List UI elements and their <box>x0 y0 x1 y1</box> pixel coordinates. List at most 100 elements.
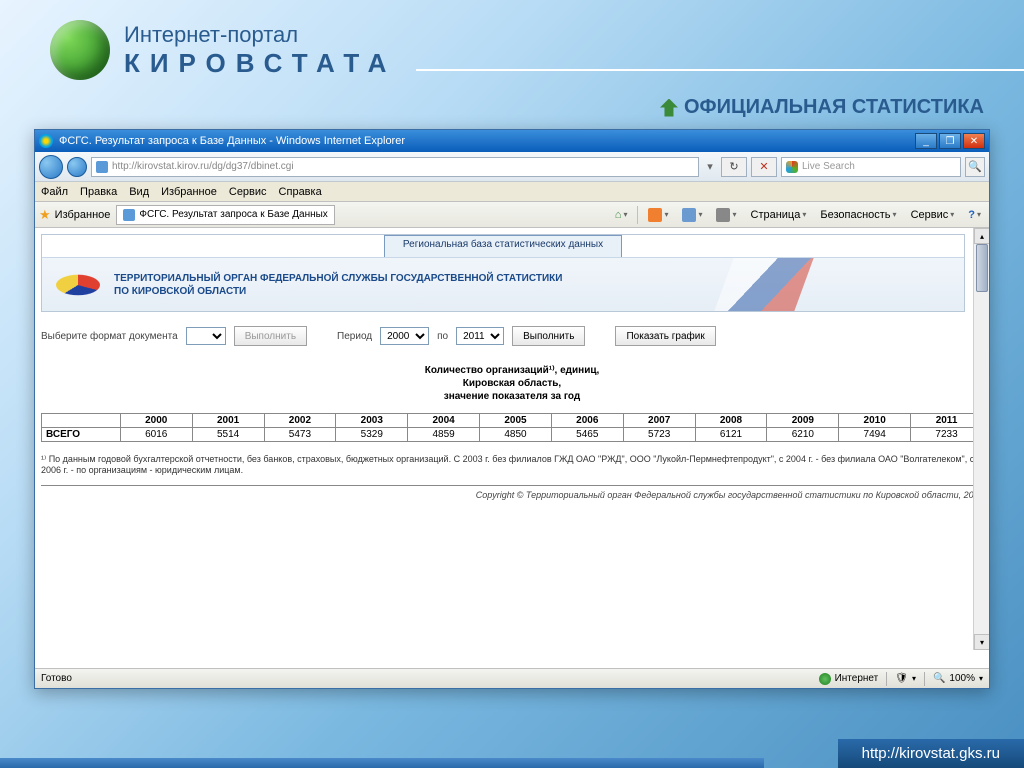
result-title-l3: значение показателя за год <box>41 390 983 403</box>
data-cell: 5723 <box>623 428 695 442</box>
protected-mode[interactable]: 🛡▾ <box>895 673 916 684</box>
arrow-up-icon <box>660 99 678 117</box>
data-cell: 5329 <box>336 428 408 442</box>
browser-tab[interactable]: ФСГС. Результат запроса к Базе Данных <box>116 205 334 225</box>
ie-icon <box>39 134 53 148</box>
stop-button[interactable]: ✕ <box>751 157 777 177</box>
search-placeholder: Live Search <box>802 161 855 172</box>
window-titlebar: ФСГС. Результат запроса к Базе Данных - … <box>35 130 989 152</box>
zoom-control[interactable]: 🔍 100% ▾ <box>933 673 983 684</box>
year-to-select[interactable]: 2011 <box>456 327 504 345</box>
address-toolbar: http://kirovstat.kirov.ru/dg/dg37/dbinet… <box>35 152 989 182</box>
menu-help[interactable]: Справка <box>279 186 322 198</box>
col-header: 2005 <box>480 414 552 428</box>
format-select[interactable] <box>186 327 226 345</box>
period-label: Период <box>337 331 372 342</box>
page-label: Страница <box>751 209 801 221</box>
safety-menu[interactable]: Безопасность▾ <box>816 209 900 221</box>
feed-icon <box>648 208 662 222</box>
data-cell: 5514 <box>192 428 264 442</box>
tab-toolbar: ★ Избранное ФСГС. Результат запроса к Ба… <box>35 202 989 228</box>
data-cell: 5465 <box>551 428 623 442</box>
col-header: 2004 <box>408 414 480 428</box>
close-button[interactable]: ✕ <box>963 133 985 149</box>
internet-zone[interactable]: Интернет <box>819 673 879 685</box>
zoom-icon: 🔍 <box>933 673 945 684</box>
data-cell: 6210 <box>767 428 839 442</box>
ie-window: ФСГС. Результат запроса к Базе Данных - … <box>34 129 990 689</box>
favorites-label: Избранное <box>55 209 111 221</box>
org-header-line2: ПО КИРОВСКОЙ ОБЛАСТИ <box>114 285 562 298</box>
tab-label: ФСГС. Результат запроса к Базе Данных <box>139 209 327 220</box>
page-banner: Региональная база статистических данных … <box>41 234 965 312</box>
url-text: http://kirovstat.kirov.ru/dg/dg37/dbinet… <box>112 161 294 172</box>
show-chart-button[interactable]: Показать график <box>615 326 715 346</box>
search-button[interactable]: 🔍 <box>965 157 985 177</box>
org-title: КИРОВСТАТА <box>124 48 396 79</box>
row-label: ВСЕГО <box>42 428 121 442</box>
flag-decoration <box>714 258 813 311</box>
back-button[interactable] <box>39 155 63 179</box>
feeds-button[interactable]: ▾ <box>644 208 672 222</box>
internet-icon <box>819 673 831 685</box>
page-content: Региональная база статистических данных … <box>35 228 989 668</box>
tools-label: Сервис <box>911 209 949 221</box>
footer-edge <box>0 758 764 768</box>
address-dropdown[interactable]: ▾ <box>703 160 717 173</box>
col-header: 2001 <box>192 414 264 428</box>
help-button[interactable]: ?▾ <box>964 209 985 221</box>
col-header: 2003 <box>336 414 408 428</box>
data-cell: 4850 <box>480 428 552 442</box>
col-header: 2002 <box>264 414 336 428</box>
maximize-button[interactable]: ❐ <box>939 133 961 149</box>
menubar: Файл Правка Вид Избранное Сервис Справка <box>35 182 989 202</box>
menu-file[interactable]: Файл <box>41 186 68 198</box>
menu-edit[interactable]: Правка <box>80 186 117 198</box>
execute-button-2[interactable]: Выполнить <box>512 326 585 346</box>
globe-icon <box>50 20 110 80</box>
data-table: 2000200120022003200420052006200720082009… <box>41 413 983 442</box>
favorites-button[interactable]: ★ Избранное <box>39 207 110 223</box>
menu-view[interactable]: Вид <box>129 186 149 198</box>
home-icon: ⌂ <box>615 209 622 221</box>
query-controls: Выберите формат документа Выполнить Пери… <box>41 326 983 346</box>
print-icon <box>716 208 730 222</box>
data-cell: 6016 <box>120 428 192 442</box>
print-button[interactable]: ▾ <box>712 208 740 222</box>
menu-tools[interactable]: Сервис <box>229 186 267 198</box>
data-cell: 5473 <box>264 428 336 442</box>
tools-menu[interactable]: Сервис▾ <box>907 209 959 221</box>
window-controls: _ ❐ ✕ <box>915 133 985 149</box>
menu-favorites[interactable]: Избранное <box>161 186 217 198</box>
data-cell: 7494 <box>839 428 911 442</box>
scroll-down-button[interactable]: ▾ <box>974 634 989 650</box>
page-menu[interactable]: Страница▾ <box>747 209 811 221</box>
col-header: 2000 <box>120 414 192 428</box>
org-header: ТЕРРИТОРИАЛЬНЫЙ ОРГАН ФЕДЕРАЛЬНОЙ СЛУЖБЫ… <box>114 272 562 298</box>
pie-chart-icon <box>56 274 100 295</box>
format-label: Выберите формат документа <box>41 331 178 342</box>
forward-button[interactable] <box>67 157 87 177</box>
col-header: 2006 <box>551 414 623 428</box>
minimize-button[interactable]: _ <box>915 133 937 149</box>
home-button[interactable]: ⌂▾ <box>611 209 632 221</box>
refresh-button[interactable]: ↻ <box>721 157 747 177</box>
search-input[interactable]: Live Search <box>781 157 961 177</box>
address-bar[interactable]: http://kirovstat.kirov.ru/dg/dg37/dbinet… <box>91 157 699 177</box>
mail-button[interactable]: ▾ <box>678 208 706 222</box>
subtitle-row: ОФИЦИАЛЬНАЯ СТАТИСТИКА <box>0 90 1024 129</box>
vertical-scrollbar[interactable]: ▴ ▾ <box>973 228 989 650</box>
col-header: 2009 <box>767 414 839 428</box>
execute-button-1[interactable]: Выполнить <box>234 326 307 346</box>
col-header: 2011 <box>911 414 983 428</box>
year-from-select[interactable]: 2000 <box>380 327 429 345</box>
mail-icon <box>682 208 696 222</box>
copyright: Copyright © Территориальный орган Федера… <box>41 490 983 500</box>
safety-label: Безопасность <box>820 209 890 221</box>
help-icon: ? <box>968 209 975 221</box>
scroll-up-button[interactable]: ▴ <box>974 228 989 244</box>
result-title: Количество организаций¹⁾, единиц, Кировс… <box>41 364 983 403</box>
scroll-thumb[interactable] <box>976 244 988 292</box>
divider <box>41 485 983 486</box>
db-tab[interactable]: Региональная база статистических данных <box>384 235 622 257</box>
